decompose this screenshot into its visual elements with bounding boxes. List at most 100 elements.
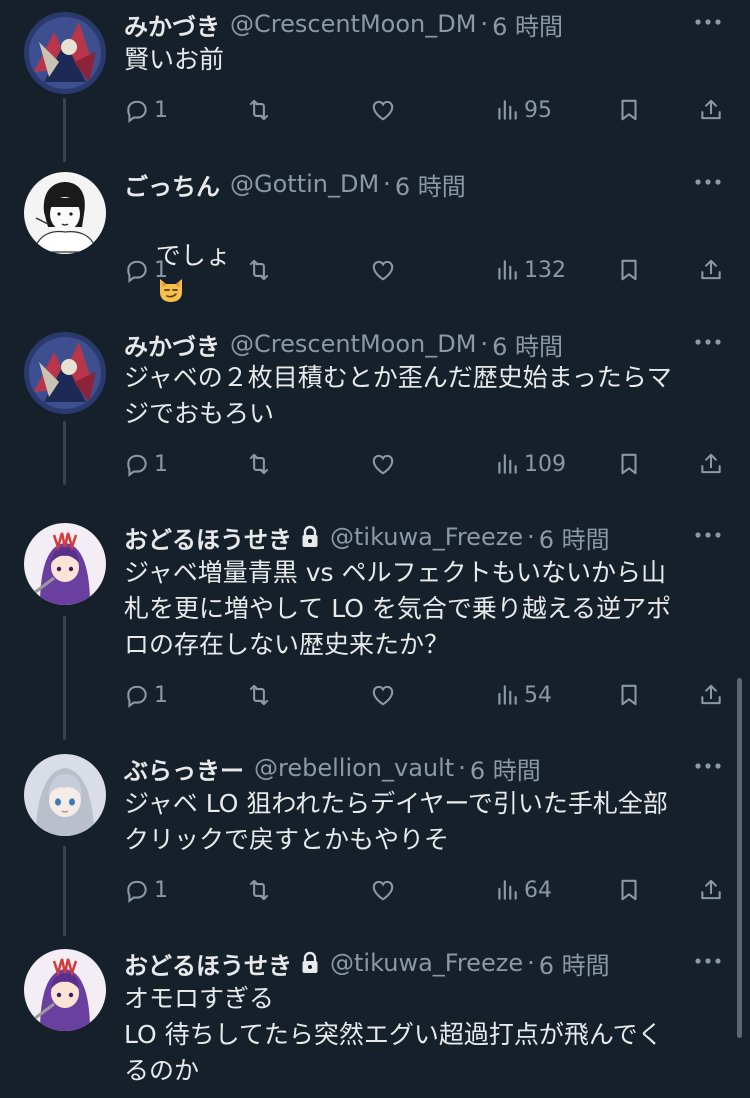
bookmark-button[interactable] <box>616 250 642 290</box>
tweet[interactable]: ぶらっきー @rebellion_vault · 6 時間 ジャベ LO 狙われ… <box>0 746 750 936</box>
retweet-icon <box>249 879 269 901</box>
avatar-image <box>24 523 106 605</box>
bookmark-icon <box>621 453 637 475</box>
like-button[interactable] <box>370 250 396 290</box>
action-bar: 1 64 <box>124 870 728 910</box>
avatar[interactable] <box>24 949 106 1031</box>
share-icon <box>701 99 721 120</box>
views-icon <box>498 454 517 474</box>
tweet[interactable]: おどるほうせき @tikuwa_Freeze · 6 時間 オモロすぎる LO … <box>0 941 750 1098</box>
more-icon[interactable] <box>688 328 728 356</box>
timestamp[interactable]: 6 時間 <box>539 946 610 981</box>
action-bar: 1 54 <box>124 675 728 715</box>
reply-button[interactable]: 1 <box>124 870 168 910</box>
more-icon[interactable] <box>688 168 728 196</box>
author-handle[interactable]: @CrescentMoon_DM <box>230 330 476 358</box>
share-icon <box>701 259 721 280</box>
share-button[interactable] <box>698 675 724 715</box>
share-button[interactable] <box>698 250 724 290</box>
avatar[interactable] <box>24 523 106 605</box>
like-icon <box>372 685 394 706</box>
views-button[interactable]: 109 <box>494 444 566 484</box>
views-icon <box>498 880 517 900</box>
separator-dot: · <box>383 170 391 198</box>
views-icon <box>498 100 517 120</box>
tweet[interactable]: みかづき @CrescentMoon_DM · 6 時間 賢いお前 1 95 <box>0 0 750 150</box>
avatar-image <box>24 332 106 414</box>
views-count: 64 <box>524 877 552 903</box>
scrollbar[interactable] <box>737 678 742 1038</box>
retweet-button[interactable] <box>246 870 272 910</box>
views-button[interactable]: 95 <box>494 90 552 130</box>
reply-button[interactable]: 1 <box>124 90 168 130</box>
tweet-text: オモロすぎる LO 待ちしてたら突然エグい超過打点が飛んでく るのか <box>124 984 663 1085</box>
share-icon <box>701 879 721 900</box>
retweet-icon <box>249 99 269 121</box>
timestamp[interactable]: 6 時間 <box>492 327 563 362</box>
author-handle[interactable]: @CrescentMoon_DM <box>230 10 476 38</box>
reply-button[interactable]: 1 <box>124 444 168 484</box>
like-button[interactable] <box>370 675 396 715</box>
share-icon <box>701 453 721 474</box>
timestamp[interactable]: 6 時間 <box>492 7 563 42</box>
separator-dot: · <box>480 330 489 358</box>
bookmark-button[interactable] <box>616 444 642 484</box>
author-handle[interactable]: @rebellion_vault <box>254 754 454 782</box>
like-button[interactable] <box>370 444 396 484</box>
more-icon[interactable] <box>688 752 728 780</box>
share-button[interactable] <box>698 90 724 130</box>
timestamp[interactable]: 6 時間 <box>395 167 466 202</box>
views-count: 54 <box>524 682 552 708</box>
avatar[interactable] <box>24 172 106 254</box>
views-count: 109 <box>524 451 566 477</box>
timestamp[interactable]: 6 時間 <box>470 751 541 786</box>
author-handle[interactable]: @Gottin_DM <box>230 170 379 198</box>
views-icon <box>498 685 517 705</box>
reply-count: 1 <box>154 97 168 123</box>
separator-dot: · <box>527 949 535 977</box>
author-name[interactable]: みかづき <box>124 327 220 362</box>
author-name[interactable]: おどるほうせき <box>124 520 292 555</box>
more-icon[interactable] <box>688 521 728 549</box>
bookmark-icon <box>621 99 637 121</box>
views-button[interactable]: 64 <box>494 870 552 910</box>
tweet[interactable]: おどるほうせき @tikuwa_Freeze · 6 時間 ジャベ増量青黒 vs… <box>0 515 750 735</box>
retweet-button[interactable] <box>246 250 272 290</box>
avatar[interactable] <box>24 754 106 836</box>
tweet-text: ジャベの２枚目積むとか歪んだ歴史始まったらマ ジでおもろい <box>124 363 672 428</box>
retweet-button[interactable] <box>246 90 272 130</box>
like-button[interactable] <box>370 90 396 130</box>
reply-button[interactable]: 1 <box>124 250 168 290</box>
avatar[interactable] <box>24 332 106 414</box>
tweet[interactable]: みかづき @CrescentMoon_DM · 6 時間 ジャベの２枚目積むとか… <box>0 320 750 500</box>
author-handle[interactable]: @tikuwa_Freeze <box>330 949 523 977</box>
like-button[interactable] <box>370 870 396 910</box>
timestamp[interactable]: 6 時間 <box>539 520 610 555</box>
author-name[interactable]: ごっちん <box>124 167 220 202</box>
share-button[interactable] <box>698 444 724 484</box>
avatar[interactable] <box>24 12 106 94</box>
more-icon[interactable] <box>688 947 728 975</box>
views-button[interactable]: 54 <box>494 675 552 715</box>
bookmark-icon <box>621 879 637 901</box>
share-button[interactable] <box>698 870 724 910</box>
bookmark-button[interactable] <box>616 90 642 130</box>
retweet-button[interactable] <box>246 675 272 715</box>
tweet-text: 賢いお前 <box>124 45 225 74</box>
author-name[interactable]: おどるほうせき <box>124 946 292 981</box>
views-button[interactable]: 132 <box>494 250 566 290</box>
separator-dot: · <box>458 754 466 782</box>
tweet[interactable]: ごっちん @Gottin_DM · 6 時間 でしょ 1 132 <box>0 160 750 310</box>
like-icon <box>372 260 394 281</box>
tweet-text: ジャベ増量青黒 vs ペルフェクトもいないから山 札を更に増やして LO を気合… <box>124 558 672 659</box>
author-handle[interactable]: @tikuwa_Freeze <box>330 523 523 551</box>
more-icon[interactable] <box>688 8 728 36</box>
bookmark-button[interactable] <box>616 870 642 910</box>
retweet-button[interactable] <box>246 444 272 484</box>
avatar-image <box>24 172 106 254</box>
author-name[interactable]: ぶらっきー <box>124 751 244 786</box>
like-icon <box>372 454 394 475</box>
author-name[interactable]: みかづき <box>124 7 220 42</box>
bookmark-button[interactable] <box>616 675 642 715</box>
reply-button[interactable]: 1 <box>124 675 168 715</box>
